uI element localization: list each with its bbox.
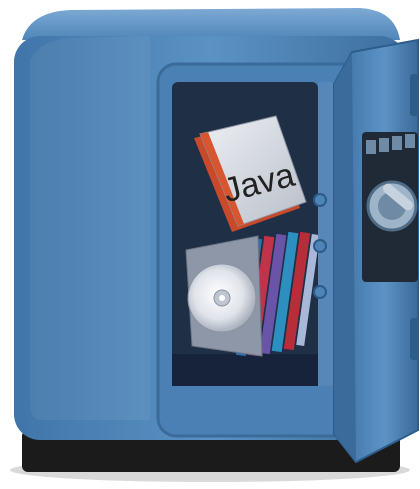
safe-top xyxy=(22,8,400,40)
hinge-icon xyxy=(410,318,418,360)
bolt-icon xyxy=(313,193,327,207)
hinge-icon xyxy=(410,74,418,116)
cd-icon xyxy=(185,235,263,357)
body-highlight xyxy=(30,36,150,420)
door-frame-edge xyxy=(318,82,334,386)
safe-door xyxy=(333,38,419,464)
safe-illustration: Java xyxy=(10,8,419,482)
dial-icon xyxy=(366,180,418,232)
bolt-icon xyxy=(313,239,327,253)
bolt-icon xyxy=(313,285,327,299)
interior-shelf-shadow xyxy=(172,354,318,386)
